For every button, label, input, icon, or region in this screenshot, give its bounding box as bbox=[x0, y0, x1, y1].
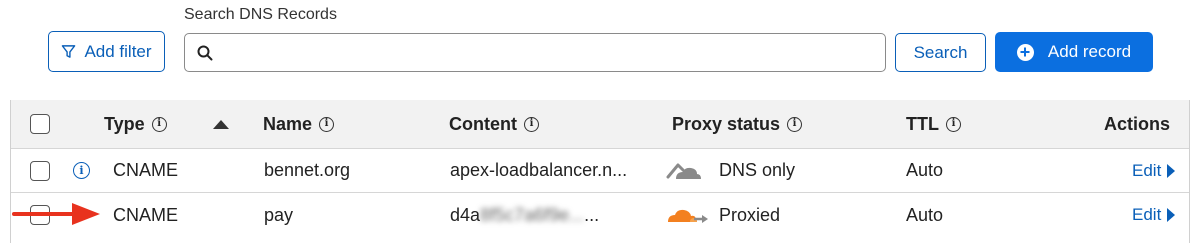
proxied-cloud-icon bbox=[668, 209, 708, 223]
record-content: apex-loadbalancer.n... bbox=[450, 160, 628, 180]
column-header-content[interactable]: Content i bbox=[449, 100, 539, 148]
proxy-status-label: DNS only bbox=[719, 160, 796, 180]
redacted-content: 8f5c7a6f9e... bbox=[480, 204, 585, 225]
info-icon[interactable]: i bbox=[319, 116, 335, 132]
caret-right-icon bbox=[1167, 208, 1176, 222]
annotation-arrow-icon bbox=[12, 203, 100, 225]
table-row: i CNAME bennet.org apex-loadbalancer.n..… bbox=[11, 149, 1189, 193]
dns-only-cloud-icon bbox=[666, 163, 701, 179]
search-button[interactable]: Search bbox=[895, 33, 986, 72]
info-icon[interactable]: i bbox=[151, 116, 167, 132]
add-record-label: Add record bbox=[1047, 42, 1132, 61]
add-record-button[interactable]: Add record bbox=[995, 32, 1153, 72]
record-type: CNAME bbox=[113, 160, 179, 180]
record-name: bennet.org bbox=[264, 160, 351, 180]
table-row: CNAME pay d4a 8f5c7a6f9e...... Proxied Au… bbox=[11, 193, 1189, 243]
edit-button[interactable]: Edit bbox=[1132, 193, 1176, 237]
record-ttl: Auto bbox=[906, 204, 944, 225]
record-ttl: Auto bbox=[906, 160, 944, 180]
info-icon[interactable]: i bbox=[523, 116, 539, 132]
proxy-status-label: Proxied bbox=[719, 204, 781, 225]
dns-records-table: Type i Name i Content i Proxy status i T… bbox=[10, 100, 1190, 243]
search-label: Search DNS Records bbox=[184, 6, 337, 23]
info-icon[interactable]: i bbox=[946, 116, 961, 132]
search-icon bbox=[197, 45, 213, 60]
column-header-name[interactable]: Name i bbox=[263, 100, 335, 148]
record-name: pay bbox=[264, 204, 294, 225]
caret-right-icon bbox=[1167, 163, 1176, 178]
column-header-actions: Actions bbox=[1104, 113, 1171, 134]
plus-circle-icon bbox=[1016, 43, 1034, 61]
search-input[interactable] bbox=[223, 34, 885, 71]
table-header: Type i Name i Content i Proxy status i T… bbox=[11, 100, 1189, 149]
record-type: CNAME bbox=[113, 204, 179, 225]
column-header-ttl[interactable]: TTL i bbox=[906, 100, 961, 148]
info-icon[interactable]: i bbox=[787, 116, 803, 132]
record-content: d4a 8f5c7a6f9e...... bbox=[450, 204, 600, 225]
search-field[interactable] bbox=[184, 33, 886, 72]
edit-button[interactable]: Edit bbox=[1132, 149, 1176, 192]
column-header-proxy-status[interactable]: Proxy status i bbox=[672, 100, 803, 148]
sort-ascending-icon[interactable] bbox=[213, 119, 229, 129]
column-header-type[interactable]: Type i bbox=[104, 100, 167, 148]
